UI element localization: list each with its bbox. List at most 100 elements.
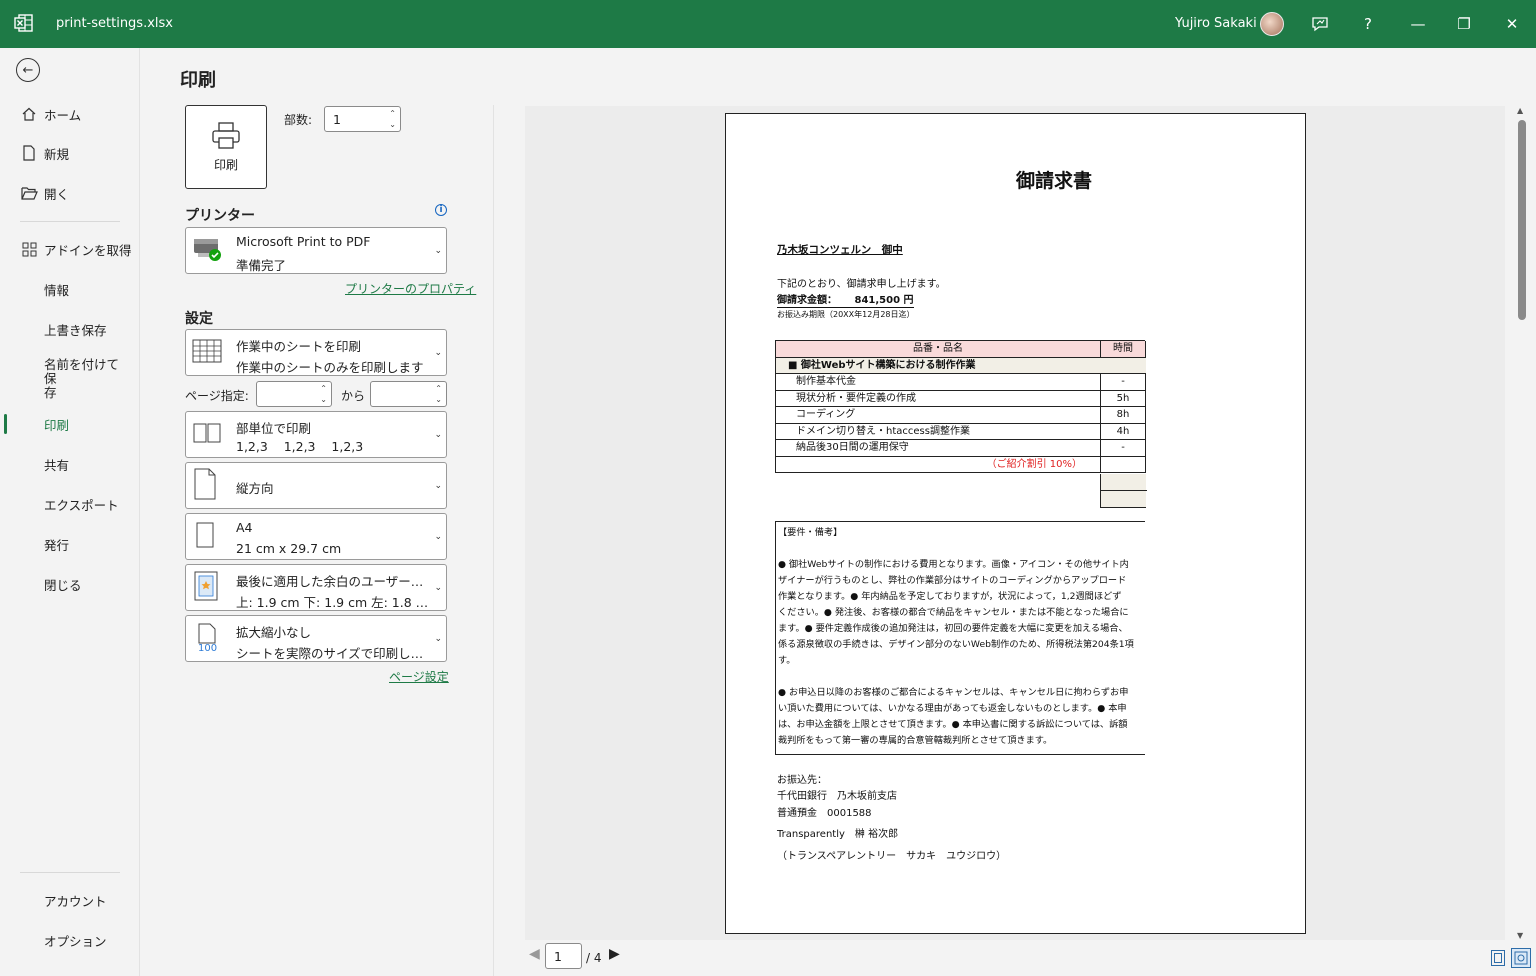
addressee: 乃木坂コンツェルン 御中 [777, 244, 903, 256]
pages-from-input[interactable]: ⌃ ⌄ [256, 381, 332, 407]
sidebar-item-addins[interactable]: アドインを取得 [0, 231, 139, 267]
preview-page: 御請求書 乃木坂コンツェルン 御中 下記のとおり、御請求申し上げます。 御請求金… [725, 113, 1306, 934]
table-header-item: 品番・品名 [776, 341, 1101, 357]
chevron-down-icon: ⌄ [434, 480, 442, 491]
scrollbar-thumb[interactable] [1518, 120, 1526, 320]
printer-section-title: プリンター [185, 208, 255, 224]
close-icon[interactable]: ✕ [1502, 14, 1522, 34]
print-button[interactable]: 印刷 [185, 105, 267, 189]
new-file-icon [18, 145, 40, 161]
custom-margins-icon [192, 570, 220, 606]
sidebar-item-label: 閉じる [44, 577, 82, 593]
sidebar-item-label: エクスポート [44, 497, 119, 513]
print-what-title: 作業中のシートを印刷 [236, 339, 362, 354]
print-pane: 印刷 印刷 部数: 1 ⌃ ⌄ プリンター i Microsoft Print t… [140, 48, 1536, 976]
help-icon[interactable]: ? [1358, 14, 1378, 34]
sidebar-item-save[interactable]: 上書き保存 [0, 311, 139, 347]
chevron-down-icon: ⌄ [434, 633, 442, 644]
print-button-label: 印刷 [213, 157, 238, 172]
page-number-value: 1 [554, 949, 562, 964]
paper-size-dropdown[interactable]: A4 21 cm x 29.7 cm ⌄ [185, 513, 447, 560]
sidebar-item-export[interactable]: エクスポート [0, 486, 139, 522]
pages-to-label: から [341, 389, 366, 403]
sidebar-item-publish[interactable]: 発行 [0, 526, 139, 562]
sidebar-item-label: オプション [44, 933, 107, 949]
scroll-down-icon[interactable]: ▼ [1517, 931, 1523, 940]
notes-line: す。 [778, 655, 796, 666]
preview-scrollbar[interactable]: ▲ ▼ [1514, 106, 1530, 940]
pages-to-input[interactable]: ⌃ ⌄ [370, 381, 447, 407]
page-setup-link[interactable]: ページ設定 [389, 668, 449, 685]
notes-line: 作業となります。● 年内納品を予定しておりますが，状況によって，1,2週間ほどず [778, 591, 1122, 602]
minimize-icon[interactable]: — [1408, 14, 1428, 34]
stepper-arrows-icon[interactable]: ⌃ ⌄ [320, 383, 327, 405]
table-cell-time: - [1101, 440, 1146, 456]
sidebar-item-label: 情報 [44, 282, 70, 298]
sidebar-item-label: アカウント [44, 893, 107, 909]
sidebar-item-print[interactable]: 印刷 [0, 406, 139, 442]
table-total-cells [1100, 474, 1147, 508]
back-arrow-icon[interactable]: ← [16, 58, 40, 82]
info-icon[interactable]: i [435, 204, 447, 216]
paper-size-desc: 21 cm x 29.7 cm [236, 541, 342, 556]
print-what-desc: 作業中のシートのみを印刷します [236, 360, 424, 375]
next-page-icon[interactable]: ▶ [609, 946, 620, 962]
sidebar-item-open[interactable]: 開く [0, 175, 139, 211]
stepper-arrows-icon[interactable]: ⌃ ⌄ [435, 383, 442, 405]
margins-desc: 上: 1.9 cm 下: 1.9 cm 左: 1.8 cm [236, 595, 432, 610]
table-cell-time: 4h [1101, 423, 1146, 439]
prev-page-icon[interactable]: ◀ [529, 946, 540, 962]
margins-dropdown[interactable]: 最後に適用した余白のユーザー設定 上: 1.9 cm 下: 1.9 cm 左: … [185, 564, 447, 611]
excel-logo-icon [14, 14, 33, 32]
table-cell-item: ドメイン切り替え・htaccess調整作業 [776, 423, 1101, 439]
due-date: お振込み期限（20XX年12月28日迄） [777, 310, 915, 319]
sidebar-item-new[interactable]: 新規 [0, 135, 139, 171]
table-row: 現状分析・要件定義の作成 5h [776, 390, 1146, 407]
no-scaling-icon: 100 [192, 622, 222, 656]
collate-dropdown[interactable]: 部単位で印刷 1,2,3 1,2,3 1,2,3 ⌄ [185, 411, 447, 458]
chevron-down-icon: ⌄ [434, 245, 442, 256]
scroll-up-icon[interactable]: ▲ [1517, 106, 1523, 115]
sidebar-item-save-as[interactable]: 名前を付けて保 存 [0, 358, 139, 400]
page-number-input[interactable]: 1 [545, 943, 582, 969]
printer-status: 準備完了 [236, 258, 287, 273]
sidebar-item-options[interactable]: オプション [0, 922, 139, 958]
company-name: Transparently 榊 裕次郎 [777, 829, 899, 840]
feedback-icon[interactable] [1310, 14, 1330, 34]
printer-properties-link[interactable]: プリンターのプロパティ [345, 280, 476, 297]
scaling-dropdown[interactable]: 100 拡大縮小なし シートを実際のサイズで印刷します ⌄ [185, 615, 447, 662]
table-section-label: ■ 御社Webサイト構築における制作作業 [788, 359, 976, 371]
restore-icon[interactable]: ❐ [1454, 14, 1474, 34]
collate-title: 部単位で印刷 [236, 421, 312, 436]
copies-stepper[interactable]: 1 ⌃ ⌄ [324, 106, 401, 132]
print-what-dropdown[interactable]: 作業中のシートを印刷 作業中のシートのみを印刷します ⌄ [185, 329, 447, 376]
table-row: ドメイン切り替え・htaccess調整作業 4h [776, 423, 1146, 440]
sidebar-item-share[interactable]: 共有 [0, 446, 139, 482]
scaling-icon-text: 100 [198, 642, 218, 654]
backstage-sidebar: ← ホーム 新規 開く アドインを取得 情報 上書き保存 名前を付けて保 存 印… [0, 48, 140, 976]
printer-icon [212, 121, 240, 149]
printer-dropdown[interactable]: Microsoft Print to PDF 準備完了 ⌄ [185, 227, 447, 274]
notes-line: い頂いた費用については、いかなる理由があっても返金しないものとします。● 本申 [778, 703, 1127, 714]
show-margins-icon[interactable] [1491, 950, 1505, 966]
table-discount-label: （ご紹介割引 10%） [776, 456, 1101, 472]
file-name: print-settings.xlsx [56, 16, 173, 31]
intro-text: 下記のとおり、御請求申し上げます。 [777, 279, 946, 290]
paper-size-icon [192, 521, 218, 553]
sidebar-item-label: 新規 [44, 146, 70, 162]
avatar[interactable] [1260, 12, 1284, 36]
table-discount-row: （ご紹介割引 10%） [776, 456, 1146, 473]
bank-name: 千代田銀行 乃木坂前支店 [777, 791, 897, 802]
page-total: / 4 [586, 951, 602, 965]
sidebar-item-home[interactable]: ホーム [0, 96, 139, 132]
stepper-arrows-icon[interactable]: ⌃ ⌄ [389, 108, 396, 130]
divider [493, 105, 494, 976]
sidebar-item-info[interactable]: 情報 [0, 271, 139, 307]
sheet-grid-icon [192, 339, 222, 367]
user-name[interactable]: Yujiro Sakaki [1175, 16, 1257, 31]
table-row: コーディング 8h [776, 407, 1146, 424]
zoom-to-page-icon[interactable] [1511, 948, 1531, 968]
sidebar-item-close[interactable]: 閉じる [0, 566, 139, 602]
sidebar-item-account[interactable]: アカウント [0, 882, 139, 918]
orientation-dropdown[interactable]: 縦方向 ⌄ [185, 462, 447, 509]
